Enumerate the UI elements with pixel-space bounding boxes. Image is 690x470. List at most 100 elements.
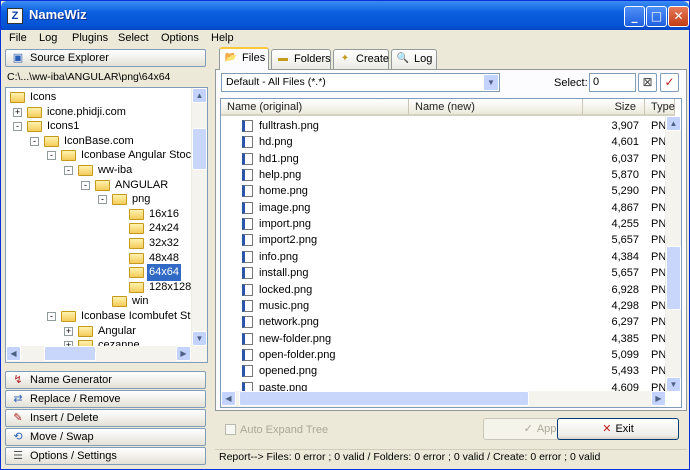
file-filter-dropdown[interactable]: Default - All Files (*.*) ▼ xyxy=(221,73,500,92)
exit-button[interactable]: ✕ Exit xyxy=(557,418,679,440)
replace-remove-button[interactable]: ⇄ Replace / Remove xyxy=(5,390,206,408)
menu-select[interactable]: Select xyxy=(118,32,149,44)
select-count-value: 0 xyxy=(593,76,600,88)
tree-hscroll-thumb[interactable] xyxy=(44,346,96,361)
scroll-left-icon[interactable]: ◀ xyxy=(6,346,21,361)
file-row[interactable]: home.png 5,290 PN xyxy=(221,183,667,199)
files-tab-icon: 📂 xyxy=(224,52,238,63)
list-scroll-right-icon[interactable]: ▶ xyxy=(651,391,666,406)
folder-icon xyxy=(129,208,144,220)
list-scroll-up-icon[interactable]: ▲ xyxy=(666,116,681,131)
list-scroll-thumb[interactable] xyxy=(666,246,681,310)
menu-plugins[interactable]: Plugins xyxy=(72,32,108,44)
collapse-icon[interactable]: - xyxy=(47,151,56,161)
chevron-down-icon[interactable]: ▼ xyxy=(483,74,499,91)
minimize-button[interactable]: _ xyxy=(624,6,645,27)
folder-icon xyxy=(27,106,42,118)
tab-folders-label: Folders xyxy=(294,53,331,65)
menu-help[interactable]: Help xyxy=(211,32,234,44)
title-bar[interactable]: Z NameWiz _ □ ✕ xyxy=(1,1,689,30)
select-label: Select: xyxy=(554,77,588,89)
file-row[interactable]: install.png 5,657 PN xyxy=(221,265,667,281)
file-row[interactable]: help.png 5,870 PN xyxy=(221,167,667,183)
file-name: new-folder.png xyxy=(259,332,332,345)
column-size[interactable]: Size xyxy=(583,99,645,116)
file-size: 4,385 xyxy=(611,332,639,345)
file-list[interactable]: Name (original) Name (new) Size Type ful… xyxy=(220,98,682,408)
tab-files[interactable]: 📂 Files xyxy=(219,47,269,70)
checkmark-icon: ✓ xyxy=(664,75,675,89)
tab-folders[interactable]: ▬ Folders xyxy=(271,49,331,69)
auto-expand-tree-checkbox[interactable]: Auto Expand Tree xyxy=(225,424,328,436)
name-generator-button[interactable]: ↯ Name Generator xyxy=(5,371,206,389)
file-row[interactable]: open-folder.png 5,099 PN xyxy=(221,347,667,363)
scroll-down-icon[interactable]: ▼ xyxy=(192,331,207,346)
file-row[interactable]: new-folder.png 4,385 PN xyxy=(221,331,667,347)
collapse-icon[interactable]: - xyxy=(81,180,90,190)
folder-icon xyxy=(95,179,110,191)
png-file-icon xyxy=(242,365,253,378)
collapse-icon[interactable]: - xyxy=(98,195,107,205)
tree-scroll-thumb[interactable] xyxy=(192,128,207,170)
collapse-icon[interactable]: - xyxy=(13,122,22,132)
replace-icon: ⇄ xyxy=(13,393,23,405)
move-swap-button[interactable]: ⟲ Move / Swap xyxy=(5,428,206,446)
menu-log[interactable]: Log xyxy=(39,32,57,44)
source-explorer-label: Source Explorer xyxy=(30,52,109,64)
file-row[interactable]: import.png 4,255 PN xyxy=(221,216,667,232)
file-row[interactable]: hd.png 4,601 PN xyxy=(221,134,667,150)
file-row[interactable]: info.png 4,384 PN xyxy=(221,249,667,265)
options-settings-button[interactable]: ☰ Options / Settings xyxy=(5,447,206,465)
replace-remove-label: Replace / Remove xyxy=(30,393,121,405)
file-row[interactable]: import2.png 5,657 PN xyxy=(221,232,667,248)
tree-horizontal-scrollbar[interactable]: ◀ ▶ xyxy=(6,346,207,362)
collapse-icon[interactable]: - xyxy=(64,166,73,175)
select-count-input[interactable]: 0 xyxy=(589,73,636,92)
png-file-icon xyxy=(242,332,253,345)
file-size: 6,928 xyxy=(611,283,639,296)
maximize-button[interactable]: □ xyxy=(646,6,667,27)
menu-options[interactable]: Options xyxy=(161,32,199,44)
file-type: PN xyxy=(651,267,667,280)
file-row[interactable]: locked.png 6,928 PN xyxy=(221,282,667,298)
expand-icon[interactable]: + xyxy=(13,107,22,117)
tree-vertical-scrollbar[interactable]: ▲ ▼ xyxy=(191,88,207,346)
column-name-new[interactable]: Name (new) xyxy=(409,99,583,116)
column-type[interactable]: Type xyxy=(645,99,675,116)
list-scroll-down-icon[interactable]: ▼ xyxy=(666,377,681,392)
list-hscroll-thumb[interactable] xyxy=(239,391,529,406)
insert-delete-button[interactable]: ✎ Insert / Delete xyxy=(5,409,206,427)
close-button[interactable]: ✕ xyxy=(668,6,689,27)
file-type: PN xyxy=(651,365,667,378)
file-row[interactable]: image.png 4,867 PN xyxy=(221,200,667,216)
expand-icon[interactable]: + xyxy=(64,326,73,336)
file-name: opened.png xyxy=(259,365,318,378)
file-size: 6,297 xyxy=(611,316,639,329)
tab-create[interactable]: ✦ Create xyxy=(333,49,389,69)
namewiz-app-icon[interactable]: Z xyxy=(7,8,23,24)
list-horizontal-scrollbar[interactable]: ◀ ▶ xyxy=(221,391,666,407)
file-row[interactable]: hd1.png 6,037 PN xyxy=(221,151,667,167)
file-row[interactable]: music.png 4,298 PN xyxy=(221,298,667,314)
select-pattern-button[interactable]: ⊠ xyxy=(638,73,657,92)
file-row[interactable]: fulltrash.png 3,907 PN xyxy=(221,118,667,134)
move-swap-label: Move / Swap xyxy=(30,431,94,443)
file-size: 5,290 xyxy=(611,185,639,198)
list-scroll-left-icon[interactable]: ◀ xyxy=(221,391,236,406)
menu-file[interactable]: File xyxy=(9,32,27,44)
file-row[interactable]: network.png 6,297 PN xyxy=(221,314,667,330)
check-all-button[interactable]: ✓ xyxy=(660,73,679,92)
tab-create-label: Create xyxy=(356,53,390,65)
collapse-icon[interactable]: - xyxy=(47,312,56,321)
scroll-right-icon[interactable]: ▶ xyxy=(176,346,191,361)
file-size: 4,255 xyxy=(611,218,639,231)
file-row[interactable]: opened.png 5,493 PN xyxy=(221,363,667,379)
folder-tree[interactable]: Icons + icone.phidji.com - Icons1- IconBase.c… xyxy=(5,87,208,363)
column-name-original[interactable]: Name (original) xyxy=(221,99,409,116)
scroll-up-icon[interactable]: ▲ xyxy=(192,88,207,103)
collapse-icon[interactable]: - xyxy=(30,136,39,146)
list-vertical-scrollbar[interactable]: ▲ ▼ xyxy=(665,116,681,392)
tab-log[interactable]: 🔍 Log xyxy=(391,49,437,69)
source-explorer-button[interactable]: ▣ Source Explorer xyxy=(5,49,206,67)
apply-check-icon: ✓ xyxy=(523,423,533,435)
